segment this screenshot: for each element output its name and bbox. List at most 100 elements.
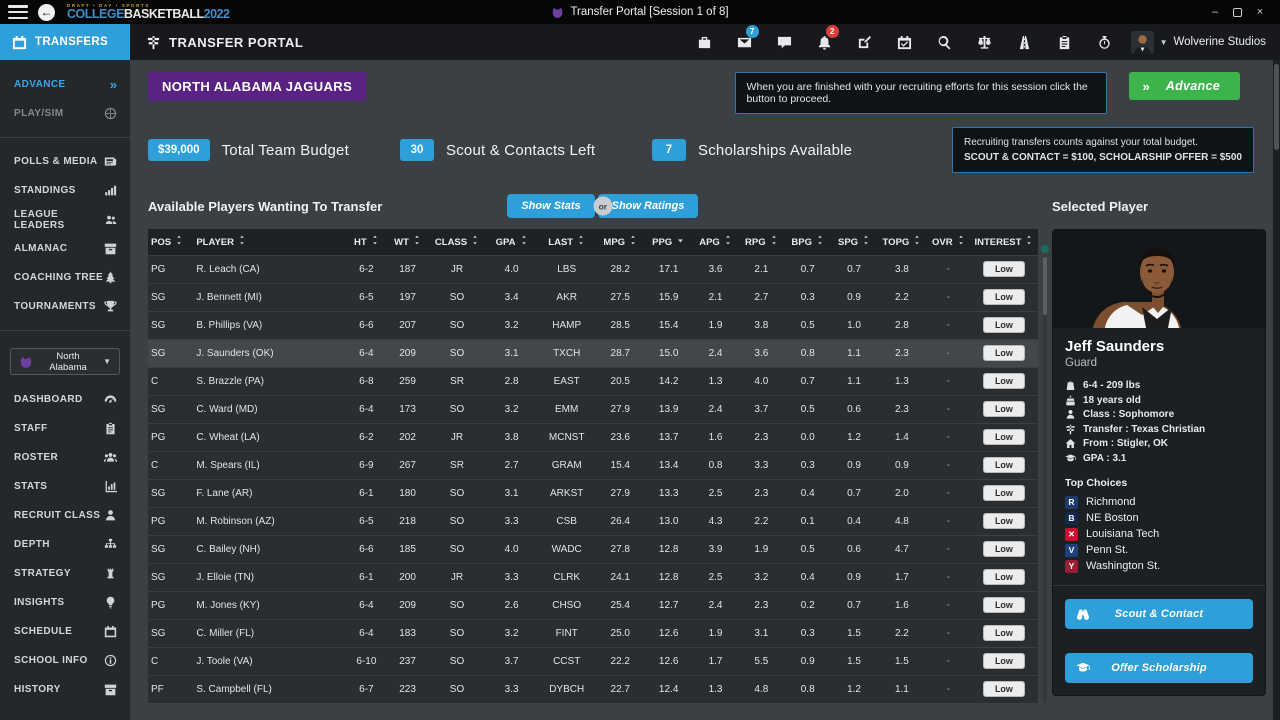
sidebar-item-almanac[interactable]: ALMANAC bbox=[0, 234, 130, 263]
sidebar-item-coaching-tree[interactable]: COACHING TREE bbox=[0, 263, 130, 292]
column-header-topg[interactable]: TOPG bbox=[877, 229, 926, 255]
column-header-last[interactable]: LAST bbox=[537, 229, 596, 255]
column-header-apg[interactable]: APG bbox=[693, 229, 738, 255]
player-row-m-spears-il[interactable]: CM. Spears (IL)6-9267SR2.7GRAM15.413.40.… bbox=[148, 451, 1038, 479]
column-header-rpg[interactable]: RPG bbox=[738, 229, 784, 255]
player-row-b-phillips-va[interactable]: SGB. Phillips (VA)6-6207SO3.2HAMP28.515.… bbox=[148, 311, 1038, 339]
calendar-check-icon bbox=[897, 35, 912, 50]
minimize-button[interactable]: – bbox=[1207, 6, 1223, 18]
maximize-button[interactable] bbox=[1233, 8, 1242, 17]
column-header-ht[interactable]: HT bbox=[346, 229, 387, 255]
sidebar-item-recruit-class[interactable]: RECRUIT CLASS bbox=[0, 501, 130, 530]
player-row-c-wheat-la[interactable]: PGC. Wheat (LA)6-2202JR3.8MCNST23.613.71… bbox=[148, 423, 1038, 451]
user-name: Wolverine Studios bbox=[1174, 36, 1266, 48]
sidebar-item-staff[interactable]: STAFF bbox=[0, 414, 130, 443]
player-row-c-ward-md[interactable]: SGC. Ward (MD)6-4173SO3.2EMM27.913.92.43… bbox=[148, 395, 1038, 423]
column-header-wt[interactable]: WT bbox=[387, 229, 428, 255]
stopwatch-nav-button[interactable] bbox=[1088, 29, 1121, 55]
column-header-player[interactable]: PLAYER bbox=[193, 229, 345, 255]
sort-icon bbox=[371, 235, 379, 245]
column-header-mpg[interactable]: MPG bbox=[596, 229, 644, 255]
offer-scholarship-button[interactable]: Offer Scholarship bbox=[1065, 653, 1253, 683]
interest-badge: Low bbox=[983, 485, 1025, 501]
sidebar-item-roster[interactable]: ROSTER bbox=[0, 443, 130, 472]
edit-nav-button[interactable] bbox=[848, 29, 881, 55]
sidebar-item-advance[interactable]: ADVANCE» bbox=[0, 70, 130, 99]
top-choices-title: Top Choices bbox=[1065, 477, 1253, 489]
player-row-f-lane-ar[interactable]: SGF. Lane (AR)6-1180SO3.1ARKST27.913.32.… bbox=[148, 479, 1038, 507]
player-card: Jeff Saunders Guard 6-4 - 209 lbs18 year… bbox=[1052, 229, 1266, 696]
player-row-s-brazzle-pa[interactable]: CS. Brazzle (PA)6-8259SR2.8EAST20.514.21… bbox=[148, 367, 1038, 395]
road-nav-button[interactable] bbox=[1008, 29, 1041, 55]
team-logo-icon: B bbox=[1065, 512, 1078, 525]
player-row-r-leach-ca[interactable]: PGR. Leach (CA)6-2187JR4.0LBS28.217.13.6… bbox=[148, 255, 1038, 283]
calendar-check-nav-button[interactable] bbox=[888, 29, 921, 55]
show-ratings-button[interactable]: Show Ratings bbox=[598, 194, 699, 218]
sidebar-item-standings[interactable]: STANDINGS bbox=[0, 176, 130, 205]
player-row-c-miller-fl[interactable]: SGC. Miller (FL)6-4183SO3.2FINT25.012.61… bbox=[148, 619, 1038, 647]
briefcase-icon bbox=[697, 35, 712, 50]
back-arrow-icon[interactable]: ← bbox=[38, 4, 55, 21]
sidebar-item-polls-media[interactable]: POLLS & MEDIA bbox=[0, 147, 130, 176]
sidebar-item-league-leaders[interactable]: LEAGUE LEADERS bbox=[0, 205, 130, 234]
player-row-m-jones-ky[interactable]: PGM. Jones (KY)6-4209SO2.6CHSO25.412.72.… bbox=[148, 591, 1038, 619]
app-logo: DRAFT • DAY • SPORTS COLLEGEBASKETBALL20… bbox=[67, 4, 229, 21]
column-header-gpa[interactable]: GPA bbox=[486, 229, 538, 255]
road-icon bbox=[1017, 35, 1032, 50]
sidebar-item-history[interactable]: HISTORY bbox=[0, 675, 130, 704]
sort-icon bbox=[413, 235, 421, 245]
home-icon bbox=[1065, 438, 1076, 449]
archive-icon bbox=[104, 242, 117, 255]
player-row-j-saunders-ok[interactable]: SGJ. Saunders (OK)6-4209SO3.1TXCH28.715.… bbox=[148, 339, 1038, 367]
column-header-ppg[interactable]: PPG bbox=[644, 229, 692, 255]
top-choice-penn-st: VPenn St. bbox=[1065, 544, 1253, 557]
sidebar-item-stats[interactable]: STATS bbox=[0, 472, 130, 501]
players-section-title: Available Players Wanting To Transfer bbox=[148, 199, 382, 214]
user-menu[interactable]: ▼ Wolverine Studios bbox=[1121, 24, 1280, 60]
hamburger-menu-icon[interactable] bbox=[8, 5, 28, 19]
close-button[interactable]: × bbox=[1252, 6, 1268, 18]
column-header-ovr[interactable]: OVR bbox=[927, 229, 970, 255]
clipboard-nav-button[interactable] bbox=[1048, 29, 1081, 55]
sidebar-item-insights[interactable]: INSIGHTS bbox=[0, 588, 130, 617]
sidebar-item-school-info[interactable]: SCHOOL INFO bbox=[0, 646, 130, 675]
table-scrollbar[interactable] bbox=[1043, 255, 1047, 703]
basketball-icon bbox=[104, 107, 117, 120]
player-detail-class: Class : Sophomore bbox=[1065, 409, 1253, 420]
advance-button[interactable]: » Advance bbox=[1129, 72, 1240, 100]
chat-nav-button[interactable] bbox=[768, 29, 801, 55]
column-header-class[interactable]: CLASS bbox=[428, 229, 486, 255]
player-row-s-campbell-fl[interactable]: PFS. Campbell (FL)6-7223SO3.3DYBCH22.712… bbox=[148, 675, 1038, 703]
sort-icon bbox=[862, 235, 870, 245]
team-selector-dropdown[interactable]: North Alabama▼ bbox=[10, 348, 120, 375]
bars-icon bbox=[104, 184, 117, 197]
column-header-interest[interactable]: INTEREST bbox=[970, 229, 1038, 255]
scout-contact-button[interactable]: Scout & Contact bbox=[1065, 599, 1253, 629]
bell-nav-button[interactable]: 2 bbox=[808, 29, 841, 55]
search-nav-button[interactable] bbox=[928, 29, 961, 55]
show-stats-button[interactable]: Show Stats bbox=[507, 194, 594, 218]
column-header-pos[interactable]: POS bbox=[148, 229, 193, 255]
sidebar-item-dashboard[interactable]: DASHBOARD bbox=[0, 385, 130, 414]
sidebar-item-tournaments[interactable]: TOURNAMENTS bbox=[0, 292, 130, 321]
briefcase-nav-button[interactable] bbox=[688, 29, 721, 55]
player-row-m-robinson-az[interactable]: PGM. Robinson (AZ)6-5218SO3.3CSB26.413.0… bbox=[148, 507, 1038, 535]
player-row-j-toole-va[interactable]: CJ. Toole (VA)6-10237SO3.7CCST22.212.61.… bbox=[148, 647, 1038, 675]
sidebar-item-depth[interactable]: DEPTH bbox=[0, 530, 130, 559]
sort-icon bbox=[724, 235, 732, 245]
sidebar-item-play-sim[interactable]: PLAY/SIM bbox=[0, 99, 130, 128]
player-row-c-bailey-nh[interactable]: SGC. Bailey (NH)6-6185SO4.0WADC27.812.83… bbox=[148, 535, 1038, 563]
scales-nav-button[interactable] bbox=[968, 29, 1001, 55]
sidebar-item-strategy[interactable]: STRATEGY bbox=[0, 559, 130, 588]
player-row-j-bennett-mi[interactable]: SGJ. Bennett (MI)6-5197SO3.4AKR27.515.92… bbox=[148, 283, 1038, 311]
interest-badge: Low bbox=[983, 429, 1025, 445]
column-header-spg[interactable]: SPG bbox=[831, 229, 877, 255]
column-header-bpg[interactable]: BPG bbox=[785, 229, 831, 255]
sort-icon bbox=[238, 235, 246, 245]
envelope-nav-button[interactable]: 7 bbox=[728, 29, 761, 55]
sidebar-item-schedule[interactable]: SCHEDULE bbox=[0, 617, 130, 646]
page-scrollbar[interactable] bbox=[1273, 60, 1280, 720]
interest-badge: Low bbox=[983, 457, 1025, 473]
player-row-j-elloie-tn[interactable]: SGJ. Elloie (TN)6-1200JR3.3CLRK24.112.82… bbox=[148, 563, 1038, 591]
tab-transfers[interactable]: TRANSFERS bbox=[0, 24, 130, 60]
